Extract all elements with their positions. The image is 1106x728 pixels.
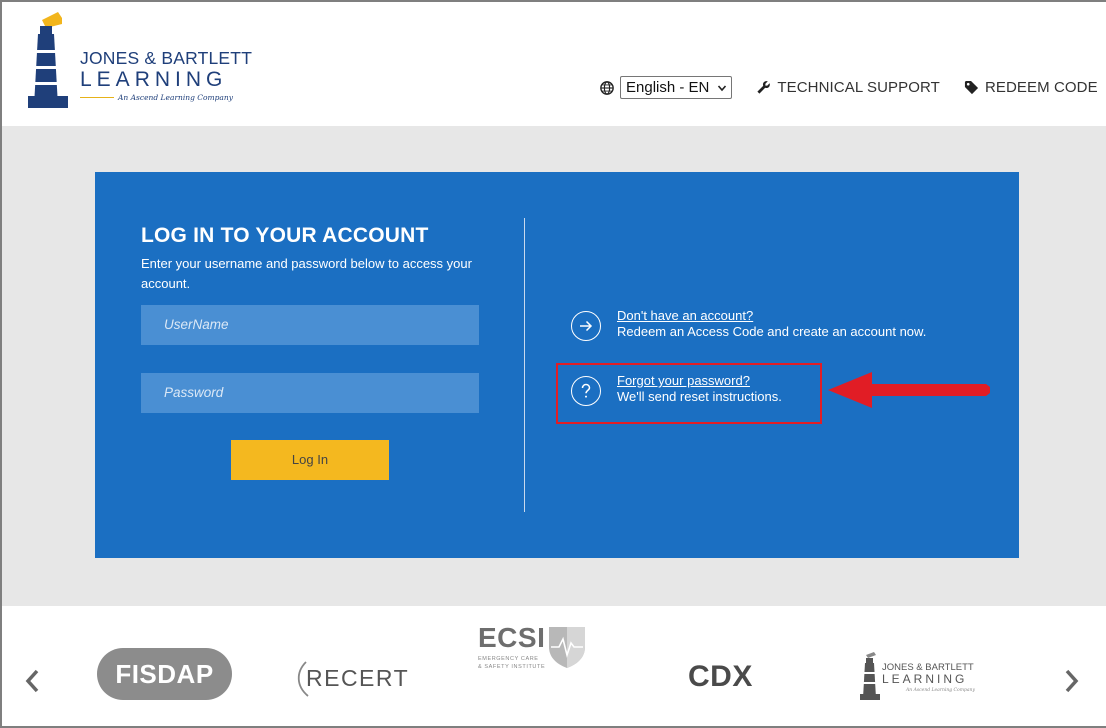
logo-rule bbox=[80, 96, 114, 99]
jones-bartlett-small-logo[interactable]: JONES & BARTLETT LEARNING An Ascend Lear… bbox=[860, 652, 975, 705]
redeem-code-label: REDEEM CODE bbox=[984, 79, 1098, 96]
ecsi-logo-text: ECSI bbox=[478, 622, 546, 653]
fisdap-logo[interactable]: FISDAP bbox=[97, 648, 232, 700]
jones-bartlett-logo[interactable]: JONES & BARTLETT LEARNING An Ascend Lear… bbox=[28, 12, 268, 112]
create-account-item: Don't have an account? Redeem an Access … bbox=[571, 308, 926, 341]
logo-line1: JONES & BARTLETT bbox=[80, 48, 253, 68]
chevron-down-icon bbox=[718, 84, 727, 91]
site-header: JONES & BARTLETT LEARNING An Ascend Lear… bbox=[2, 2, 1106, 126]
language-select[interactable]: English - EN bbox=[620, 76, 733, 99]
redeem-code-link[interactable]: REDEEM CODE bbox=[964, 79, 1098, 96]
logo-tagline-text: An Ascend Learning Company bbox=[118, 93, 233, 102]
logo-tagline: An Ascend Learning Company bbox=[80, 93, 252, 102]
username-input[interactable]: UserName bbox=[141, 305, 479, 345]
annotation-arrow-icon bbox=[828, 372, 990, 408]
wrench-icon bbox=[757, 81, 771, 94]
login-button[interactable]: Log In bbox=[231, 440, 389, 480]
password-input[interactable]: Password bbox=[141, 373, 479, 413]
language-selected: English - EN bbox=[626, 79, 710, 96]
ecsi-sub-1: EMERGENCY CARE bbox=[478, 656, 539, 662]
header-nav: English - EN TECHNICAL SUPPORT REDEEM CO… bbox=[600, 76, 1098, 99]
chevron-left-icon[interactable] bbox=[24, 668, 40, 694]
recert-logo[interactable]: RECERT bbox=[306, 665, 409, 692]
create-account-link[interactable]: Don't have an account? bbox=[617, 308, 753, 323]
logo-line2: LEARNING bbox=[80, 68, 228, 91]
create-account-desc: Redeem an Access Code and create an acco… bbox=[617, 324, 927, 339]
annotation-highlight-box bbox=[556, 363, 822, 424]
login-title: LOG IN TO YOUR ACCOUNT bbox=[141, 224, 429, 247]
ecsi-shield-icon bbox=[549, 627, 586, 668]
cdx-logo[interactable]: CDX bbox=[688, 660, 753, 694]
jb-small-tagline: An Ascend Learning Company bbox=[906, 688, 975, 693]
page-frame: JONES & BARTLETT LEARNING An Ascend Lear… bbox=[0, 0, 1106, 728]
arrow-right-glyph bbox=[580, 320, 593, 332]
technical-support-label: TECHNICAL SUPPORT bbox=[777, 79, 940, 96]
ecsi-sub-2: & SAFETY INSTITUTE bbox=[478, 664, 546, 670]
panel-divider bbox=[524, 218, 525, 512]
jb-small-line2: LEARNING bbox=[882, 672, 968, 686]
globe-icon bbox=[600, 80, 614, 95]
create-account-text: Don't have an account? Redeem an Access … bbox=[617, 308, 926, 340]
technical-support-link[interactable]: TECHNICAL SUPPORT bbox=[756, 79, 940, 96]
tag-icon bbox=[964, 80, 978, 95]
login-subtitle: Enter your username and password below t… bbox=[141, 256, 472, 291]
logo-wordmark: JONES & BARTLETT LEARNING An Ascend Lear… bbox=[80, 48, 252, 102]
chevron-right-icon[interactable] bbox=[1064, 668, 1080, 694]
ecsi-logo[interactable]: ECSI EMERGENCY CARE & SAFETY INSTITUTE bbox=[478, 622, 587, 670]
arrow-right-circle-icon[interactable] bbox=[571, 311, 601, 341]
lighthouse-small-icon bbox=[860, 652, 880, 700]
lighthouse-icon bbox=[28, 12, 68, 108]
